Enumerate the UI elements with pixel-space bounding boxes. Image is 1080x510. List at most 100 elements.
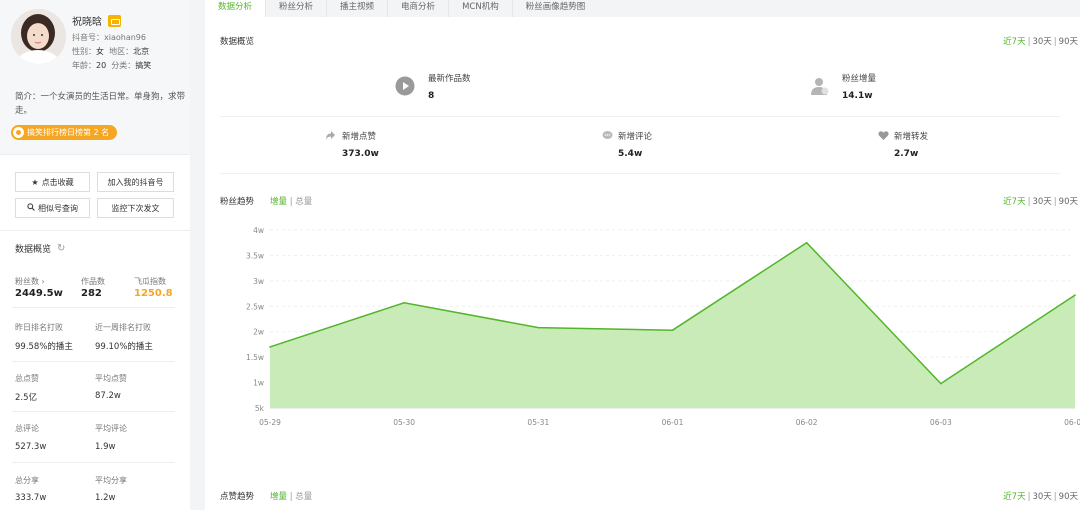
tab-fans-analysis[interactable]: 粉丝分析 <box>265 0 327 17</box>
overview-title-text: 数据概览 <box>15 245 52 255</box>
account-line: 抖音号：xiaohan96 <box>72 32 146 43</box>
range-7d[interactable]: 近7天 <box>1003 197 1025 207</box>
fans-label[interactable]: 粉丝数 › <box>15 276 45 287</box>
divider <box>12 462 175 463</box>
yesterday-rank-value: 99.58%的播主 <box>15 342 73 352</box>
similar-search-label: 相似号查询 <box>38 203 78 213</box>
region-label: 地区： <box>109 47 134 56</box>
range-30d[interactable]: 30天 <box>1032 492 1051 502</box>
y-tick-label: 1.5w <box>246 353 264 362</box>
fans-increment-value: 14.1w <box>842 91 873 101</box>
y-tick-label: 3.5w <box>246 251 264 260</box>
category-value: 搞笑 <box>135 61 152 70</box>
likes-trend-total[interactable]: 总量 <box>295 492 312 502</box>
likes-increment-value: 373.0w <box>342 149 379 159</box>
tab-data-analysis[interactable]: 数据分析 <box>205 0 266 17</box>
data-point <box>403 301 405 304</box>
data-point <box>805 241 808 244</box>
x-tick-label: 06-03 <box>930 418 952 427</box>
fans-increment-stat: 粉丝增量 14.1w <box>810 72 876 101</box>
avatar[interactable] <box>11 9 66 64</box>
add-account-button[interactable]: 加入我的抖音号 <box>97 172 174 192</box>
profile-name: 祝晓晗 <box>72 13 121 28</box>
data-point <box>940 382 942 385</box>
category-label: 分类： <box>111 61 136 70</box>
x-tick-label: 06-04 <box>1064 418 1080 427</box>
likes-increment-stat: 新增点赞 373.0w <box>325 130 379 159</box>
fans-trend-increment[interactable]: 增量 <box>270 197 287 207</box>
week-rank-value: 99.10%的播主 <box>95 342 153 352</box>
avg-shares-value: 1.2w <box>95 493 116 503</box>
latest-works-stat: 最新作品数 8 <box>395 72 471 101</box>
total-comments-value: 527.3w <box>15 442 47 452</box>
tab-mcn[interactable]: MCN机构 <box>448 0 512 17</box>
age-value: 20 <box>96 61 107 70</box>
verified-badge-icon <box>108 14 121 27</box>
melon-index-value: 1250.8 <box>134 288 173 299</box>
range-7d[interactable]: 近7天 <box>1003 37 1025 47</box>
melon-index-label: 飞瓜指数 <box>134 277 166 286</box>
likes-trend-title: 点赞趋势 <box>220 492 255 502</box>
divider <box>12 307 175 308</box>
fans-trend-chart[interactable]: 5k 1w 1.5w 2w 2.5w 3w 3.5w 4w 05-29 05-30 05-31 06-… <box>230 222 1080 432</box>
shares-increment-stat: 新增转发 2.7w <box>878 130 928 159</box>
data-overview-range: 近7天 | 30天 | 90天 <box>1003 37 1078 47</box>
range-7d[interactable]: 近7天 <box>1003 492 1025 502</box>
fans-trend-total[interactable]: 总量 <box>295 197 312 207</box>
profile-name-text: 祝晓晗 <box>72 17 102 28</box>
fans-trend-title: 粉丝趋势 <box>220 197 255 207</box>
search-icon <box>27 203 35 213</box>
range-90d[interactable]: 90天 <box>1059 197 1078 207</box>
tab-bar: 数据分析 粉丝分析 播主视频 电商分析 MCN机构 粉丝画像趋势图 <box>205 0 1080 17</box>
play-icon <box>395 76 415 96</box>
avg-comments-value: 1.9w <box>95 442 116 452</box>
range-90d[interactable]: 90天 <box>1059 37 1078 47</box>
favorite-button[interactable]: ★ 点击收藏 <box>15 172 90 192</box>
range-30d[interactable]: 30天 <box>1032 37 1051 47</box>
profile-bio: 简介：一个女演员的生活日常。单身狗，求带走。 <box>15 92 186 116</box>
total-likes-value: 2.5亿 <box>15 393 38 403</box>
rank-icon <box>13 127 24 138</box>
fans-trend-toggle: 增量 | 总量 <box>270 195 312 207</box>
shares-increment-label: 新增转发 <box>894 132 929 142</box>
fans-increment-label: 粉丝增量 <box>842 74 877 84</box>
x-tick-label: 05-30 <box>393 418 415 427</box>
data-point <box>671 329 674 331</box>
account-id: xiaohan96 <box>104 33 146 42</box>
share-arrow-icon <box>326 131 335 140</box>
add-account-label: 加入我的抖音号 <box>107 177 164 187</box>
rank-badge[interactable]: 搞笑排行榜日榜第 2 名 <box>11 125 118 140</box>
range-90d[interactable]: 90天 <box>1059 492 1078 502</box>
tab-fans-portrait[interactable]: 粉丝画像趋势图 <box>511 0 599 17</box>
data-point <box>269 346 271 348</box>
week-rank-label: 近一周排名打败 <box>95 323 151 332</box>
rank-text: 搞笑排行榜日榜第 2 名 <box>27 128 110 137</box>
y-tick-label: 5k <box>255 404 265 413</box>
main-panel: 数据分析 粉丝分析 播主视频 电商分析 MCN机构 粉丝画像趋势图 数据概览 近… <box>205 0 1080 510</box>
monitor-button[interactable]: 监控下次发文 <box>97 198 174 218</box>
tab-ecommerce[interactable]: 电商分析 <box>387 0 449 17</box>
gender-label: 性别： <box>72 47 96 56</box>
x-tick-label: 06-02 <box>796 418 818 427</box>
similar-search-button[interactable]: 相似号查询 <box>15 198 90 218</box>
range-30d[interactable]: 30天 <box>1032 197 1051 207</box>
age-category-line: 年龄：20 分类：搞笑 <box>72 60 151 71</box>
data-overview-title: 数据概览 <box>220 37 255 47</box>
comments-increment-label: 新增评论 <box>618 132 653 142</box>
works-value: 282 <box>81 288 102 299</box>
x-tick-label: 05-31 <box>527 418 549 427</box>
avg-likes-label: 平均点赞 <box>95 374 127 383</box>
y-tick-label: 4w <box>253 226 264 235</box>
tab-creator-videos[interactable]: 播主视频 <box>326 0 388 17</box>
likes-trend-increment[interactable]: 增量 <box>270 492 287 502</box>
refresh-icon[interactable]: ↻ <box>57 243 65 254</box>
user-icon <box>811 78 829 95</box>
series-area <box>270 242 1075 408</box>
favorite-label: 点击收藏 <box>41 177 74 187</box>
gender-region-line: 性别：女 地区：北京 <box>72 46 149 57</box>
y-tick-label: 1w <box>253 379 264 388</box>
likes-trend-toggle: 增量 | 总量 <box>270 490 312 502</box>
star-icon: ★ <box>31 177 39 187</box>
comments-increment-stat: 新增评论 5.4w <box>602 130 652 159</box>
data-point <box>1074 294 1076 296</box>
